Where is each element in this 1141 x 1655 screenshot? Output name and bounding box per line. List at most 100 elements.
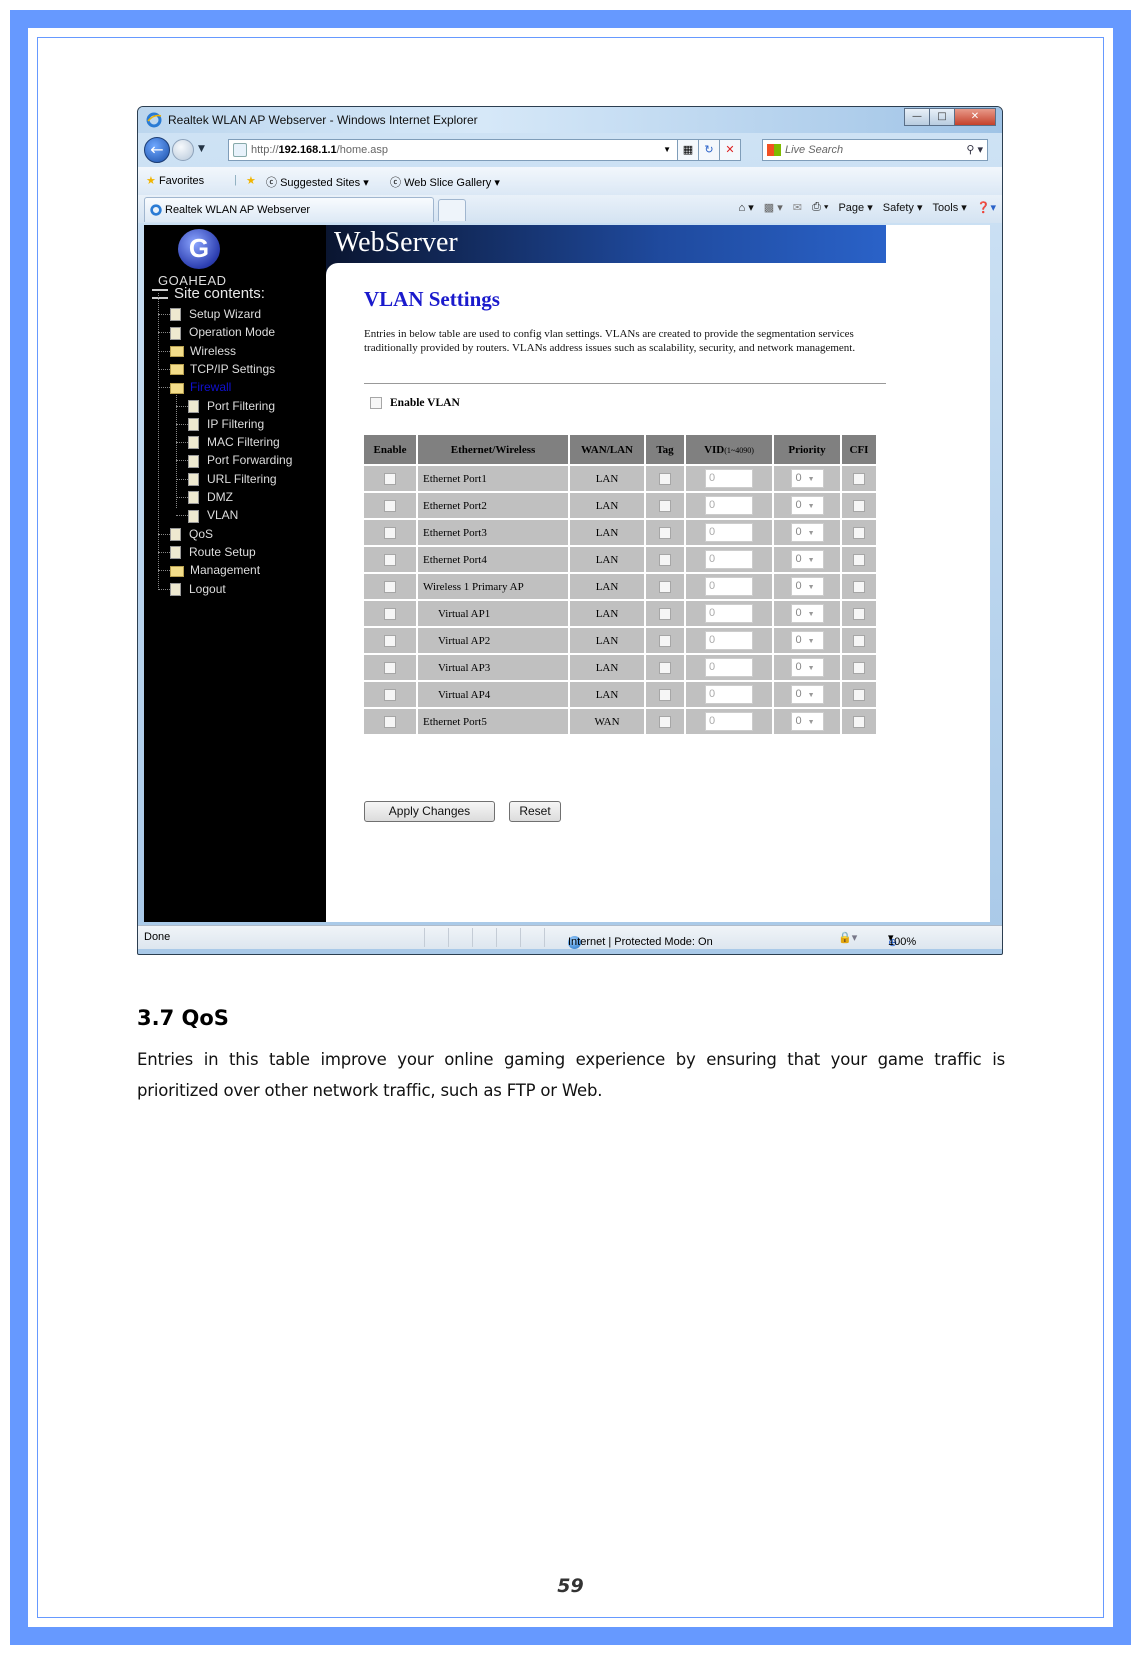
cfi-checkbox[interactable] (853, 526, 865, 539)
vid-input[interactable]: 0 (705, 658, 753, 677)
tools-menu[interactable]: Tools ▾ (933, 201, 967, 214)
refresh-icon[interactable]: ↻ (698, 139, 720, 161)
tree-item-mac-filtering[interactable]: MAC Filtering (188, 433, 280, 451)
apply-changes-button[interactable]: Apply Changes (364, 801, 495, 822)
compatibility-view-icon[interactable]: ▦ (677, 139, 699, 161)
tree-item-dmz[interactable]: DMZ (188, 488, 233, 506)
web-slice-gallery-link[interactable]: ⓒ Web Slice Gallery ▾ (390, 174, 500, 190)
safety-menu[interactable]: Safety ▾ (883, 201, 923, 214)
enable-checkbox[interactable] (384, 715, 396, 728)
vid-input[interactable]: 0 (705, 712, 753, 731)
tag-checkbox[interactable] (659, 499, 671, 512)
tree-item-url-filtering[interactable]: URL Filtering (188, 470, 277, 488)
help-icon[interactable]: ❓▾ (977, 201, 996, 214)
suggested-sites-link[interactable]: ⓒ Suggested Sites ▾ (266, 174, 369, 190)
enable-checkbox[interactable] (384, 580, 396, 593)
tab-webserver[interactable]: Realtek WLAN AP Webserver (144, 197, 434, 222)
forward-button[interactable] (172, 139, 194, 161)
priority-select[interactable]: 0 ▼ (790, 631, 824, 650)
priority-select[interactable]: 0 ▼ (790, 604, 824, 623)
tree-item-setup-wizard[interactable]: Setup Wizard (170, 305, 261, 323)
tree-item-port-filtering[interactable]: Port Filtering (188, 397, 275, 415)
goahead-logo-icon: G (178, 229, 220, 269)
enable-checkbox[interactable] (384, 661, 396, 674)
cfi-checkbox[interactable] (853, 553, 865, 566)
tree-item-port-forwarding[interactable]: Port Forwarding (188, 451, 292, 469)
cfi-checkbox[interactable] (853, 634, 865, 647)
vid-input[interactable]: 0 (705, 631, 753, 650)
vid-input[interactable]: 0 (705, 685, 753, 704)
tag-checkbox[interactable] (659, 688, 671, 701)
address-bar[interactable]: http://192.168.1.1/home.asp ▼ (228, 139, 678, 161)
tag-checkbox[interactable] (659, 580, 671, 593)
tree-item-wireless[interactable]: Wireless (170, 342, 236, 360)
priority-select[interactable]: 0 ▼ (790, 685, 824, 704)
feeds-icon[interactable]: ▩ ▾ (764, 201, 783, 214)
cfi-checkbox[interactable] (853, 607, 865, 620)
favorites-button[interactable]: ★ Favorites (146, 174, 204, 187)
tag-checkbox[interactable] (659, 715, 671, 728)
enable-checkbox[interactable] (384, 688, 396, 701)
protected-mode-icon[interactable]: 🔒▾ (838, 931, 857, 944)
add-favorites-icon[interactable]: ★ (246, 174, 256, 187)
priority-select[interactable]: 0 ▼ (790, 658, 824, 677)
tag-checkbox[interactable] (659, 526, 671, 539)
cfi-checkbox[interactable] (853, 688, 865, 701)
tag-checkbox[interactable] (659, 553, 671, 566)
address-dropdown-icon[interactable]: ▼ (663, 140, 671, 160)
cfi-checkbox[interactable] (853, 580, 865, 593)
priority-select[interactable]: 0 ▼ (790, 712, 824, 731)
zoom-level[interactable]: ⊕ 100% ▾ (888, 931, 916, 949)
home-icon[interactable]: ⌂ ▾ (739, 201, 754, 214)
enable-vlan-checkbox[interactable] (370, 397, 382, 410)
close-button[interactable]: ✕ (954, 108, 996, 126)
tree-item-management[interactable]: Management (170, 561, 260, 579)
cfi-checkbox[interactable] (853, 661, 865, 674)
priority-select[interactable]: 0 ▼ (790, 496, 824, 515)
tree-item-operation-mode[interactable]: Operation Mode (170, 323, 275, 341)
mail-icon[interactable]: ✉ (793, 201, 802, 214)
maximize-button[interactable]: □ (929, 108, 955, 126)
tree-item-vlan[interactable]: VLAN (188, 506, 238, 524)
print-icon[interactable]: ⎙ ▾ (812, 201, 828, 214)
tree-item-tcp-ip-settings[interactable]: TCP/IP Settings (170, 360, 275, 378)
enable-checkbox[interactable] (384, 499, 396, 512)
tag-checkbox[interactable] (659, 472, 671, 485)
page-menu[interactable]: Page ▾ (838, 201, 872, 214)
vid-input[interactable]: 0 (705, 496, 753, 515)
enable-checkbox[interactable] (384, 607, 396, 620)
search-box[interactable]: Live Search ⚲ ▾ (762, 139, 988, 161)
new-tab-button[interactable] (438, 199, 466, 221)
back-button[interactable]: ← (144, 137, 170, 163)
priority-select[interactable]: 0 ▼ (790, 469, 824, 488)
cfi-checkbox[interactable] (853, 472, 865, 485)
cfi-checkbox[interactable] (853, 499, 865, 512)
priority-select[interactable]: 0 ▼ (790, 550, 824, 569)
cfi-checkbox[interactable] (853, 715, 865, 728)
enable-checkbox[interactable] (384, 634, 396, 647)
tree-item-qos[interactable]: QoS (170, 525, 213, 543)
vid-input[interactable]: 0 (705, 523, 753, 542)
tree-item-route-setup[interactable]: Route Setup (170, 543, 256, 561)
vid-input[interactable]: 0 (705, 604, 753, 623)
tag-checkbox[interactable] (659, 661, 671, 674)
enable-checkbox[interactable] (384, 553, 396, 566)
recent-pages-dropdown[interactable]: ▼ (198, 144, 205, 154)
enable-checkbox[interactable] (384, 472, 396, 485)
priority-select[interactable]: 0 ▼ (790, 523, 824, 542)
vid-input[interactable]: 0 (705, 469, 753, 488)
minimize-button[interactable]: — (904, 108, 930, 126)
tree-item-logout[interactable]: Logout (170, 580, 226, 598)
reset-button[interactable]: Reset (509, 801, 561, 822)
stop-icon[interactable]: ✕ (719, 139, 741, 161)
tag-checkbox[interactable] (659, 607, 671, 620)
search-icon[interactable]: ⚲ ▾ (966, 140, 983, 160)
enable-cell (364, 466, 416, 491)
priority-select[interactable]: 0 ▼ (790, 577, 824, 596)
tree-item-ip-filtering[interactable]: IP Filtering (188, 415, 264, 433)
vid-input[interactable]: 0 (705, 577, 753, 596)
tree-item-firewall[interactable]: Firewall (170, 378, 231, 396)
tag-checkbox[interactable] (659, 634, 671, 647)
vid-input[interactable]: 0 (705, 550, 753, 569)
enable-checkbox[interactable] (384, 526, 396, 539)
